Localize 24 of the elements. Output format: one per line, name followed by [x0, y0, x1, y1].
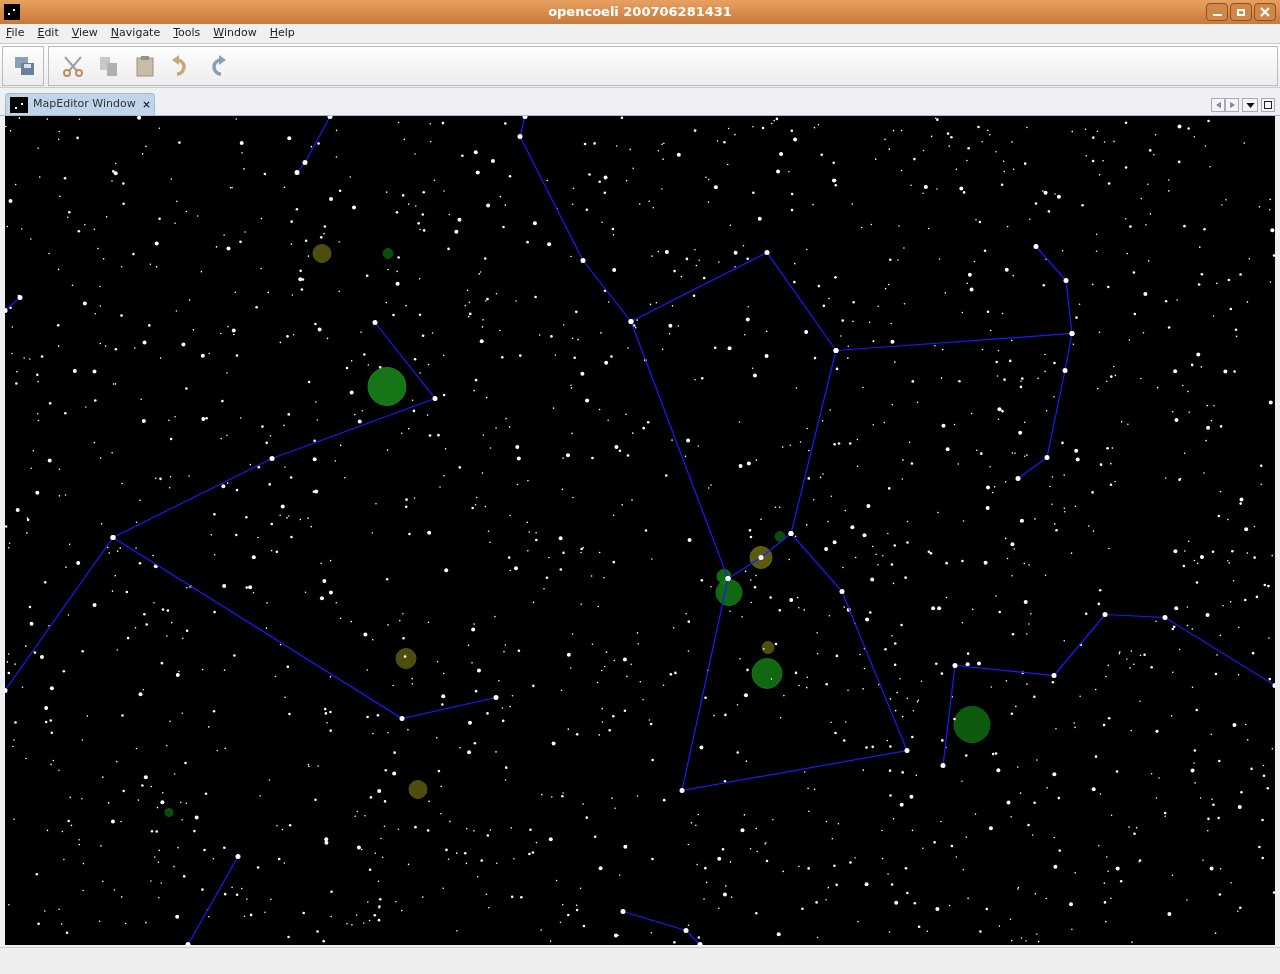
- minimize-button[interactable]: [1206, 3, 1228, 21]
- star-map-icon: [10, 96, 28, 113]
- scroll-right-button[interactable]: [1225, 98, 1239, 112]
- menu-item[interactable]: File: [6, 25, 25, 42]
- window-title: opencoeli 200706281431: [548, 3, 732, 22]
- close-icon: [1260, 7, 1270, 17]
- dropdown-button[interactable]: [1242, 98, 1258, 112]
- app-icon: [4, 4, 20, 20]
- menu-item[interactable]: View: [71, 25, 98, 42]
- menu-item[interactable]: Edit: [37, 25, 59, 42]
- close-button[interactable]: [1254, 3, 1276, 21]
- menu-item[interactable]: Tools: [173, 25, 201, 42]
- left-triangle-icon: [1215, 101, 1221, 109]
- scroll-left-button[interactable]: [1211, 98, 1225, 112]
- menu-item[interactable]: Window: [213, 25, 257, 42]
- menu-item[interactable]: Help: [269, 25, 295, 42]
- right-triangle-icon: [1229, 101, 1235, 109]
- maximize-button[interactable]: [1230, 3, 1252, 21]
- maximize-panel-button[interactable]: [1261, 98, 1275, 112]
- menu-item[interactable]: Navigate: [110, 25, 161, 42]
- down-triangle-icon: [1245, 102, 1255, 108]
- close-icon[interactable]: [142, 101, 150, 108]
- tab-label: MapEditor Window: [33, 96, 136, 113]
- editor-tab[interactable]: MapEditor Window: [5, 93, 155, 115]
